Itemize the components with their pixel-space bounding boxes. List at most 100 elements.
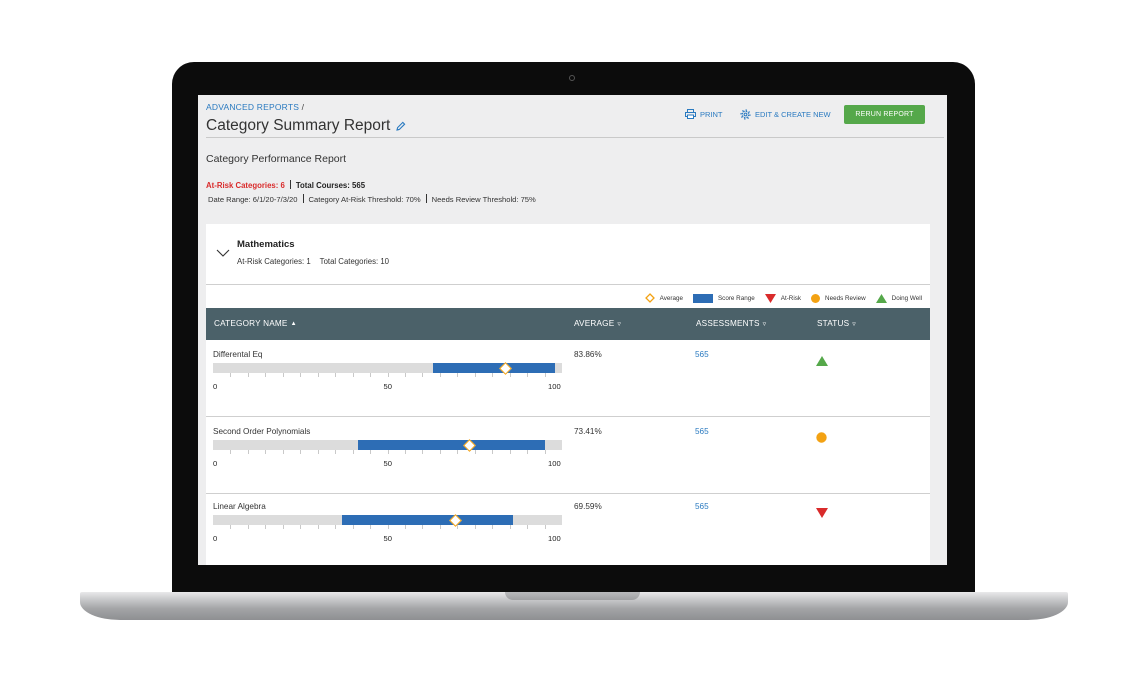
axis-tick <box>404 450 406 454</box>
header-average[interactable]: AVERAGE ▿ <box>574 319 621 328</box>
axis-tick <box>265 373 267 377</box>
legend-doing-well-label: Doing Well <box>891 294 922 302</box>
axis-tick <box>422 373 424 377</box>
score-track <box>213 439 562 454</box>
axis-tick <box>247 450 249 454</box>
needs-review-threshold: Needs Review Threshold: 75% <box>431 195 536 204</box>
axis-tick <box>352 373 354 377</box>
score-range-bar <box>342 515 514 525</box>
header-divider <box>206 137 944 138</box>
assessments-link[interactable]: 565 <box>695 350 709 359</box>
axis-tick <box>230 450 232 454</box>
divider <box>425 194 427 203</box>
triangle-down-icon <box>764 293 776 303</box>
axis-tick <box>282 525 284 529</box>
axis-tick <box>544 373 546 377</box>
page-title-text: Category Summary Report <box>206 117 391 134</box>
axis-tick <box>527 373 529 377</box>
header-label: ASSESSMENTS <box>696 319 760 328</box>
group-total: Total Categories: 10 <box>319 257 390 266</box>
axis-tick <box>317 525 319 529</box>
axis-tick <box>439 373 441 377</box>
axis-label: 50 <box>383 459 392 468</box>
category-name: Second Order Polynomials <box>213 427 311 436</box>
rerun-report-button[interactable]: RERUN REPORT <box>844 105 925 124</box>
axis-tick <box>544 450 546 454</box>
needs-review-icon <box>816 430 827 448</box>
category-name: Linear Algebra <box>213 502 266 511</box>
axis-tick <box>509 373 511 377</box>
header-category-name[interactable]: CATEGORY NAME ▲ <box>214 319 297 328</box>
axis-tick <box>457 373 459 377</box>
axis-tick <box>422 450 424 454</box>
axis-tick <box>474 450 476 454</box>
axis-label: 0 <box>213 534 218 543</box>
total-courses: Total Courses: 565 <box>295 181 366 190</box>
axis-tick <box>387 373 389 377</box>
axis-tick <box>230 525 232 529</box>
axis-tick <box>457 450 459 454</box>
sort-down-icon: ▿ <box>617 320 622 328</box>
axis-tick <box>300 450 302 454</box>
sort-down-icon: ▿ <box>762 320 767 328</box>
score-range-bar <box>432 363 555 373</box>
axis-tick <box>247 373 249 377</box>
score-range-bar <box>357 440 545 450</box>
axis-tick <box>492 450 494 454</box>
axis-tick <box>352 525 354 529</box>
legend-score-range-label: Score Range <box>717 294 755 302</box>
group-stats: At-Risk Categories: 1 Total Categories: 1… <box>237 257 389 266</box>
chevron-down-icon[interactable] <box>216 249 230 257</box>
assessments-link[interactable]: 565 <box>695 427 709 436</box>
axis-tick <box>387 525 389 529</box>
axis-tick <box>457 525 459 529</box>
axis-tick <box>335 373 337 377</box>
laptop-notch <box>505 592 640 600</box>
axis-label: 100 <box>548 382 561 391</box>
legend-score-range: Score Range <box>692 293 755 303</box>
axis-label: 0 <box>213 382 218 391</box>
axis-tick <box>404 373 406 377</box>
edit-create-button[interactable]: EDIT & CREATE NEW <box>740 109 831 120</box>
axis-tick <box>439 450 441 454</box>
assessments-link[interactable]: 565 <box>695 502 709 511</box>
axis-tick <box>370 373 372 377</box>
at-risk-count: At-Risk Categories: 6 <box>206 181 285 190</box>
divider <box>289 180 291 189</box>
axis-label: 50 <box>383 382 392 391</box>
axis-tick <box>282 373 284 377</box>
axis-tick <box>439 525 441 529</box>
average-value: 73.41% <box>574 427 602 436</box>
divider <box>302 194 304 203</box>
pencil-icon[interactable] <box>396 121 406 131</box>
doing-well-icon <box>816 353 828 371</box>
score-track <box>213 514 562 529</box>
axis-tick <box>370 450 372 454</box>
legend-at-risk: At-Risk <box>764 293 801 303</box>
axis-tick <box>317 450 319 454</box>
breadcrumb-link[interactable]: ADVANCED REPORTS <box>206 102 299 112</box>
axis-tick <box>474 525 476 529</box>
average-value: 69.59% <box>574 502 602 511</box>
axis-tick <box>282 450 284 454</box>
legend-needs-review-label: Needs Review <box>825 294 866 302</box>
axis-tick <box>422 525 424 529</box>
at-risk-icon <box>816 505 828 523</box>
group-at-risk: At-Risk Categories: 1 <box>237 257 311 266</box>
axis-tick <box>492 373 494 377</box>
score-track <box>213 362 562 377</box>
date-range: Date Range: 6/1/20-7/3/20 <box>208 195 298 204</box>
header-assessments[interactable]: ASSESSMENTS ▿ <box>696 319 766 328</box>
table-row: Differental Eq 0 50 100 83.86% 565 <box>206 340 930 417</box>
header-status[interactable]: STATUS ▿ <box>817 319 856 328</box>
axis-tick <box>352 450 354 454</box>
diamond-icon <box>644 293 655 303</box>
axis-tick <box>404 525 406 529</box>
print-label: PRINT <box>700 109 723 119</box>
header-label: CATEGORY NAME <box>214 319 288 328</box>
print-button[interactable]: PRINT <box>685 109 723 119</box>
group-name[interactable]: Mathematics <box>237 239 295 250</box>
report-params: Date Range: 6/1/20-7/3/20 Category At-Ris… <box>208 194 536 204</box>
axis-tick <box>247 525 249 529</box>
axis-tick <box>509 450 511 454</box>
